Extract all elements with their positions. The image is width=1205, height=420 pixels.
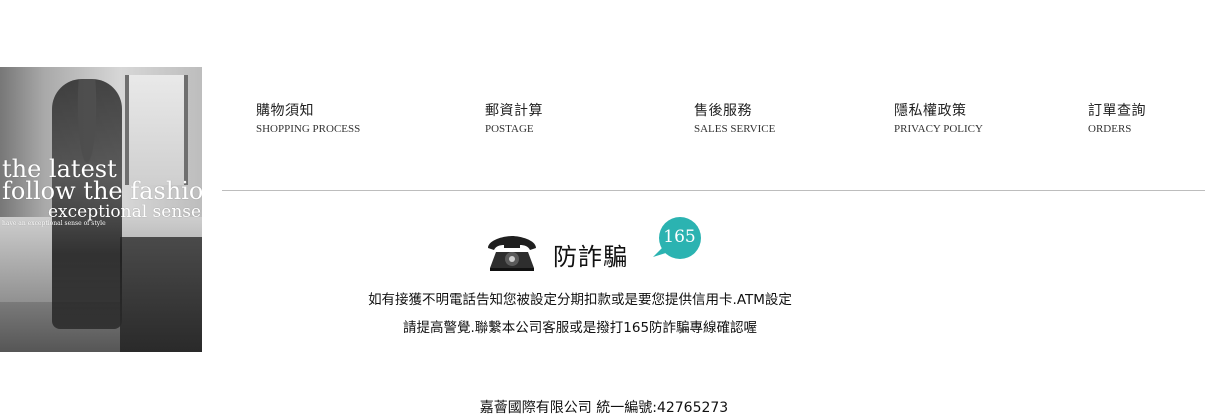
nav-link-postage[interactable]: 郵資計算 POSTAGE (485, 102, 543, 136)
footer-nav: 購物須知 SHOPPING PROCESS 郵資計算 POSTAGE 售後服務 … (0, 102, 1205, 142)
promo-text-line-4: have an exceptional sense of style (2, 220, 106, 227)
nav-link-sublabel: POSTAGE (485, 123, 534, 135)
anti-fraud-message-line-1: 如有接獲不明電話告知您被設定分期扣款或是要您提供信用卡.ATM設定 (368, 292, 792, 308)
nav-link-orders[interactable]: 訂單查詢 ORDERS (1088, 102, 1146, 136)
telephone-icon (488, 236, 536, 271)
nav-link-privacy-policy[interactable]: 隱私權政策 PRIVACY POLICY (894, 102, 983, 136)
nav-link-sales-service[interactable]: 售後服務 SALES SERVICE (694, 102, 775, 136)
nav-link-sublabel: SALES SERVICE (694, 123, 776, 135)
anti-fraud-message-line-2: 請提高警覺.聯繫本公司客服或是撥打165防詐騙專線確認喔 (402, 320, 758, 336)
anti-fraud-title: 防詐騙 (553, 243, 628, 271)
promo-text-line-2: follow the fashion (2, 177, 202, 205)
nav-link-label: 郵資計算 (485, 103, 543, 119)
nav-link-sublabel: SHOPPING PROCESS (256, 123, 361, 135)
company-info: 嘉薈國際有限公司 統一編號:42765273 (479, 400, 729, 416)
nav-link-sublabel: PRIVACY POLICY (894, 123, 983, 135)
nav-link-sublabel: ORDERS (1088, 123, 1132, 135)
promo-table (120, 237, 202, 352)
hotline-number: 165 (663, 227, 696, 247)
nav-link-label: 隱私權政策 (894, 103, 967, 119)
nav-link-shopping-process[interactable]: 購物須知 SHOPPING PROCESS (256, 102, 360, 136)
nav-link-label: 購物須知 (256, 103, 314, 119)
nav-link-label: 售後服務 (694, 103, 752, 119)
section-divider (222, 190, 1205, 191)
nav-link-label: 訂單查詢 (1088, 103, 1146, 119)
promo-text-line-3: exceptional sense (48, 202, 202, 222)
